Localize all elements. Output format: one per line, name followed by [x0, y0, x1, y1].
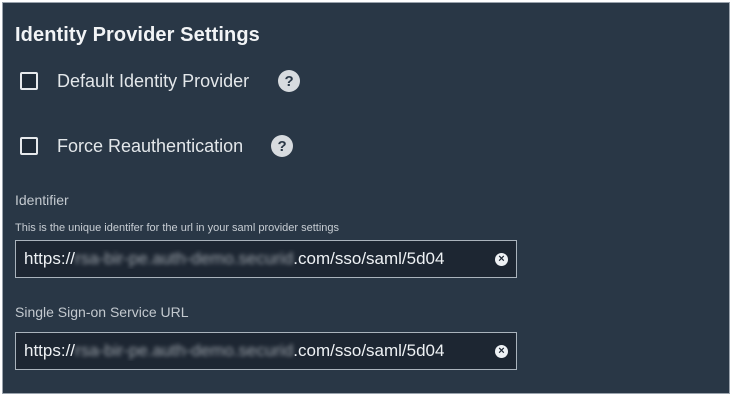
sso-url-label: Single Sign-on Service URL	[15, 304, 189, 320]
default-identity-provider-checkbox[interactable]	[20, 72, 38, 90]
force-reauthentication-checkbox[interactable]	[20, 137, 38, 155]
identifier-label: Identifier	[15, 192, 69, 208]
identity-provider-settings-panel: Identity Provider Settings Default Ident…	[2, 2, 730, 394]
identifier-value-suffix: .com/sso/saml/5d04	[293, 249, 445, 268]
clear-icon[interactable]: ×	[495, 344, 508, 358]
help-icon[interactable]: ?	[278, 70, 301, 92]
sso-url-value-suffix: .com/sso/saml/5d04	[293, 341, 445, 360]
sso-url-value-prefix: https://	[24, 341, 76, 360]
default-identity-provider-row: Default Identity Provider ?	[20, 70, 301, 92]
default-identity-provider-label[interactable]: Default Identity Provider	[57, 71, 249, 92]
panel-title: Identity Provider Settings	[15, 24, 260, 46]
help-icon[interactable]: ?	[271, 135, 294, 157]
identifier-value-redacted: rsa-bir-pe.auth-demo.securid	[75, 249, 294, 268]
identifier-value[interactable]: https:// rsa-bir-pe.auth-demo.securid .c…	[24, 249, 491, 269]
force-reauthentication-row: Force Reauthentication ?	[20, 135, 294, 157]
identifier-value-prefix: https://	[24, 249, 76, 268]
identifier-input[interactable]: https:// rsa-bir-pe.auth-demo.securid .c…	[15, 240, 517, 278]
sso-url-value-redacted: rsa-bir-pe.auth-demo.securid	[75, 341, 294, 360]
sso-url-value[interactable]: https:// rsa-bir-pe.auth-demo.securid .c…	[24, 341, 491, 361]
identifier-help-text: This is the unique identifer for the url…	[15, 222, 340, 234]
force-reauthentication-label[interactable]: Force Reauthentication	[57, 136, 243, 157]
clear-icon[interactable]: ×	[495, 252, 508, 266]
sso-url-input[interactable]: https:// rsa-bir-pe.auth-demo.securid .c…	[15, 332, 517, 370]
